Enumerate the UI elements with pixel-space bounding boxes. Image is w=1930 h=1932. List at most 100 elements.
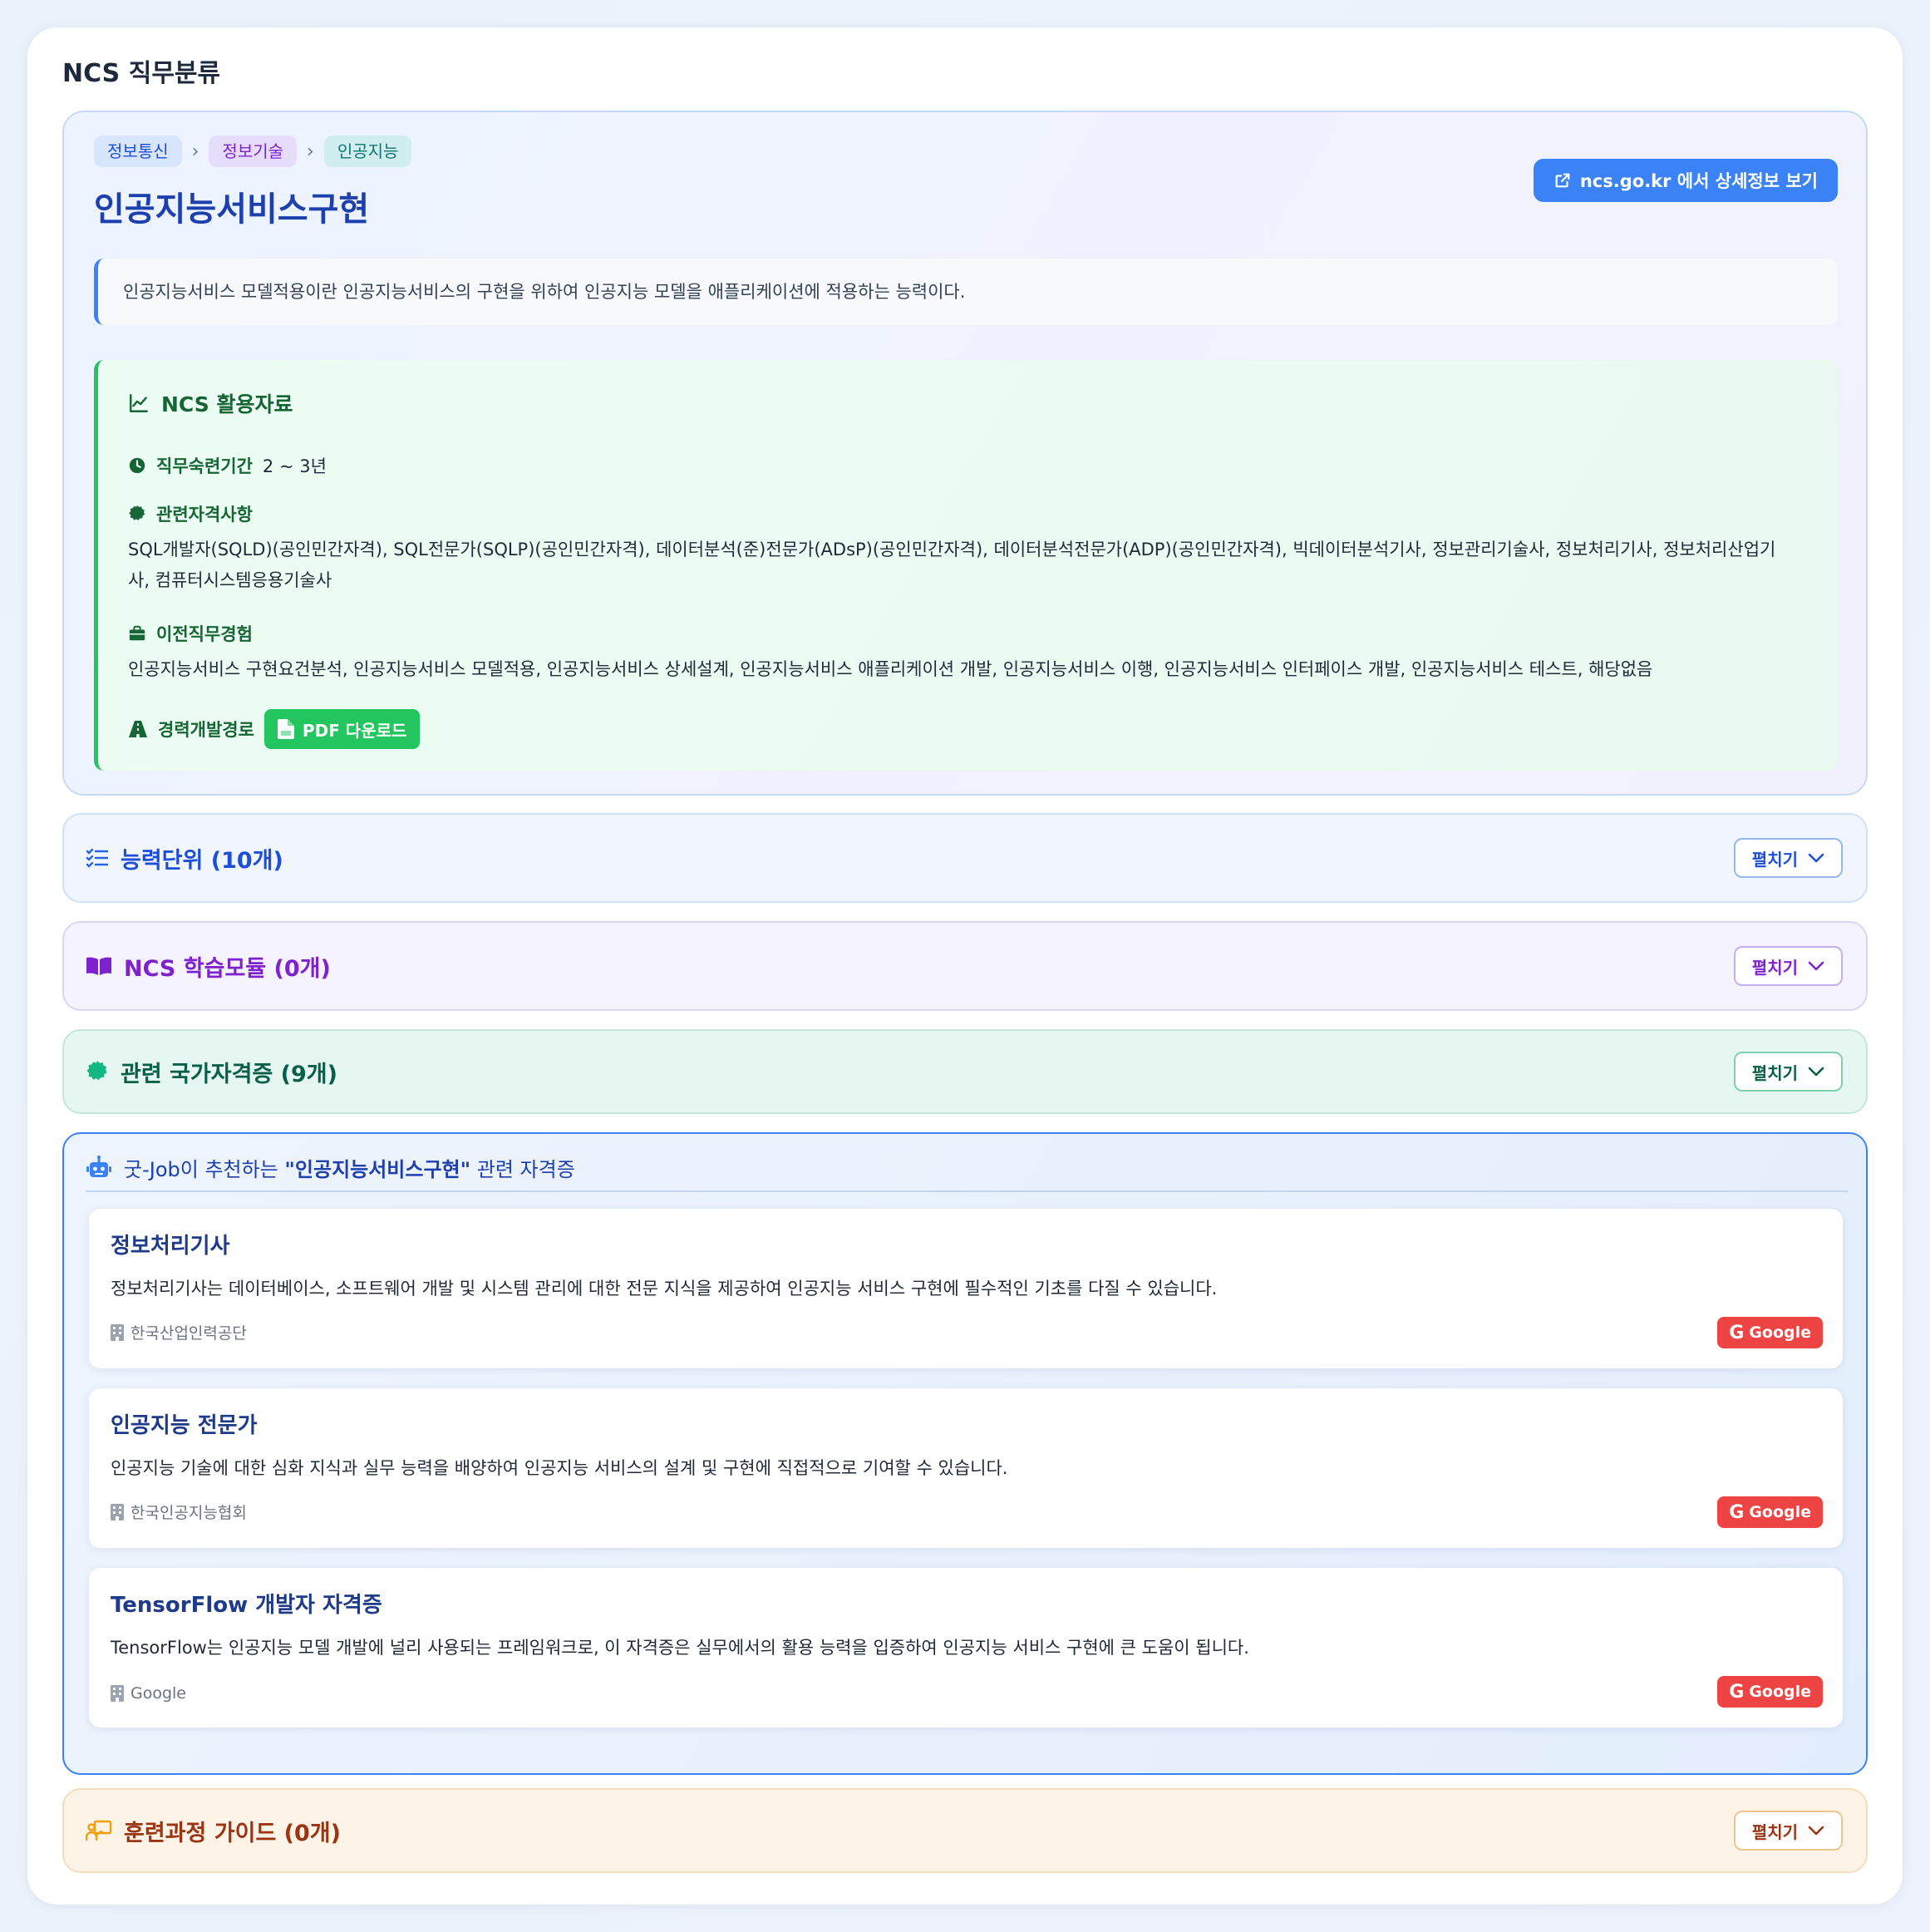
ncs-resources-box: NCS 활용자료 직무숙련기간 2 ~ 3년 관련자격사항 SQL개발자(SQL…	[94, 360, 1838, 771]
chevron-down-icon	[1808, 1825, 1824, 1836]
cert-organization: Google	[111, 1684, 186, 1703]
chevron-right-icon: ›	[191, 140, 199, 162]
cert-name: 인공지능 전문가	[111, 1413, 258, 1438]
prev-experience-label: 이전직무경험	[156, 624, 253, 644]
recommended-certificates-panel: 굿-Job이 추천하는 "인공지능서비스구현" 관련 자격증 정보처리기사 정보…	[62, 1132, 1868, 1775]
google-icon: G	[1729, 1322, 1745, 1343]
breadcrumb: 정보통신 › 정보기술 › 인공지능	[94, 136, 412, 167]
google-icon: G	[1729, 1681, 1745, 1703]
building-icon	[111, 1503, 124, 1520]
section-learning-modules[interactable]: NCS 학습모듈 (0개) 펼치기	[62, 921, 1868, 1011]
google-search-button[interactable]: G Google	[1717, 1317, 1823, 1348]
recommend-title: 굿-Job이 추천하는 "인공지능서비스구현" 관련 자격증	[124, 1153, 575, 1182]
building-icon	[111, 1323, 124, 1341]
resources-title-text: NCS 활용자료	[161, 392, 293, 416]
chevron-down-icon	[1808, 960, 1824, 972]
chevron-down-icon	[1808, 852, 1824, 864]
career-path-label: 경력개발경로	[158, 720, 254, 740]
pdf-download-button[interactable]: PDF 다운로드	[263, 709, 421, 749]
section-header: NCS 학습모듈 (0개)	[86, 923, 331, 1009]
cert-organization-name: 한국인공지능협회	[130, 1504, 247, 1522]
section-title: 능력단위 (10개)	[121, 847, 283, 874]
expand-toggle-button[interactable]: 펼치기	[1733, 1811, 1843, 1851]
ncs-detail-link-button[interactable]: ncs.go.kr 에서 상세정보 보기	[1533, 159, 1838, 202]
pdf-download-label: PDF 다운로드	[302, 720, 407, 741]
section-title: 훈련과정 가이드 (0개)	[124, 1820, 341, 1846]
chart-line-icon	[128, 392, 150, 414]
road-icon	[128, 720, 148, 738]
google-search-label: Google	[1749, 1503, 1811, 1521]
recommend-title-suffix: 관련 자격증	[470, 1157, 575, 1181]
recommend-title-prefix: 굿-Job이 추천하는	[124, 1157, 285, 1181]
section-title: 관련 국가자격증 (9개)	[121, 1061, 337, 1087]
section-header: 능력단위 (10개)	[86, 815, 283, 901]
section-header: 관련 국가자격증 (9개)	[86, 1031, 337, 1112]
section-training-guide[interactable]: 훈련과정 가이드 (0개) 펼치기	[62, 1788, 1868, 1873]
cert-info-row: 관련자격사항	[128, 501, 253, 526]
chevron-right-icon: ›	[307, 140, 314, 162]
cert-info-line: SQL개발자(SQLD)(공인민간자격), SQL전문가(SQLP)(공인민간자…	[128, 540, 1776, 559]
robot-icon	[86, 1156, 112, 1179]
file-pdf-icon	[277, 719, 294, 739]
google-search-label: Google	[1749, 1683, 1811, 1701]
recommend-title-job: "인공지능서비스구현"	[284, 1157, 471, 1181]
google-search-label: Google	[1749, 1323, 1811, 1342]
skill-period-label: 직무숙련기간	[156, 456, 253, 476]
expand-toggle-button[interactable]: 펼치기	[1733, 838, 1843, 878]
expand-toggle-button[interactable]: 펼치기	[1733, 946, 1843, 986]
cert-name: 정보처리기사	[111, 1234, 230, 1259]
cert-info-text: SQL개발자(SQLD)(공인민간자격), SQL전문가(SQLP)(공인민간자…	[128, 535, 1815, 596]
external-link-icon	[1553, 171, 1572, 190]
teacher-board-icon	[86, 1820, 112, 1841]
cert-organization: 한국산업인력공단	[111, 1321, 247, 1343]
cert-description: 정보처리기사는 데이터베이스, 소프트웨어 개발 및 시스템 관리에 대한 전문…	[111, 1279, 1218, 1299]
google-search-button[interactable]: G Google	[1717, 1496, 1823, 1528]
prev-experience-text: 인공지능서비스 구현요건분석, 인공지능서비스 모델적용, 인공지능서비스 상세…	[128, 659, 1653, 679]
toggle-label: 펼치기	[1751, 1821, 1798, 1842]
skill-period-value: 2 ~ 3년	[262, 456, 327, 476]
section-competency-units[interactable]: 능력단위 (10개) 펼치기	[62, 813, 1868, 903]
ncs-job-panel: NCS 직무분류 정보통신 › 정보기술 › 인공지능 인공지능서비스구현 nc…	[27, 27, 1903, 1905]
google-search-button[interactable]: G Google	[1717, 1676, 1823, 1708]
skill-period-row: 직무숙련기간 2 ~ 3년	[128, 453, 327, 478]
job-description: 인공지능서비스 모델적용이란 인공지능서비스의 구현을 위하여 인공지능 모델을…	[94, 259, 1838, 325]
chevron-down-icon	[1808, 1066, 1824, 1077]
cert-info-label: 관련자격사항	[156, 505, 253, 525]
recommended-cert-card[interactable]: TensorFlow 개발자 자격증 TensorFlow는 인공지능 모델 개…	[89, 1568, 1843, 1727]
toggle-label: 펼치기	[1751, 957, 1798, 978]
breadcrumb-item-level3[interactable]: 인공지능	[323, 136, 412, 167]
toggle-label: 펼치기	[1751, 849, 1798, 870]
breadcrumb-item-level1[interactable]: 정보통신	[94, 136, 182, 167]
book-open-icon	[86, 956, 112, 976]
clock-icon	[128, 456, 146, 475]
briefcase-icon	[128, 624, 146, 643]
cert-organization-name: Google	[130, 1684, 187, 1703]
building-icon	[111, 1685, 124, 1702]
cert-organization: 한국인공지능협회	[111, 1501, 247, 1523]
list-check-icon	[86, 847, 109, 869]
expand-toggle-button[interactable]: 펼치기	[1733, 1052, 1843, 1092]
cert-info-line: 사, 컴퓨터시스템응용기술사	[128, 570, 332, 590]
badge-certificate-icon	[86, 1060, 109, 1083]
google-icon: G	[1729, 1501, 1745, 1523]
breadcrumb-item-level2[interactable]: 정보기술	[209, 136, 298, 167]
cert-description: 인공지능 기술에 대한 심화 지식과 실무 능력을 배양하여 인공지능 서비스의…	[111, 1458, 1008, 1478]
career-path-row: 경력개발경로 PDF 다운로드	[128, 709, 421, 749]
section-title: NCS 학습모듈 (0개)	[124, 955, 331, 982]
section-header: 훈련과정 가이드 (0개)	[86, 1790, 341, 1871]
recommend-header: 굿-Job이 추천하는 "인공지능서비스구현" 관련 자격증	[86, 1151, 1848, 1192]
cert-organization-name: 한국산업인력공단	[130, 1324, 247, 1343]
recommended-cert-card[interactable]: 인공지능 전문가 인공지능 기술에 대한 심화 지식과 실무 능력을 배양하여 …	[89, 1388, 1843, 1548]
section-national-certificates[interactable]: 관련 국가자격증 (9개) 펼치기	[62, 1029, 1868, 1114]
cert-name: TensorFlow 개발자 자격증	[111, 1593, 382, 1618]
cert-description: TensorFlow는 인공지능 모델 개발에 널리 사용되는 프레임워크로, …	[111, 1638, 1249, 1658]
job-detail-card: 정보통신 › 정보기술 › 인공지능 인공지능서비스구현 ncs.go.kr 에…	[62, 111, 1868, 796]
recommended-cert-card[interactable]: 정보처리기사 정보처리기사는 데이터베이스, 소프트웨어 개발 및 시스템 관리…	[89, 1209, 1843, 1368]
job-title: 인공지능서비스구현	[94, 190, 370, 229]
toggle-label: 펼치기	[1751, 1062, 1798, 1083]
ncs-detail-link-label: ncs.go.kr 에서 상세정보 보기	[1579, 171, 1818, 191]
prev-experience-row: 이전직무경험	[128, 621, 253, 646]
badge-certificate-icon	[128, 505, 146, 523]
resources-title: NCS 활용자료	[128, 388, 293, 418]
page-title: NCS 직무분류	[62, 59, 221, 88]
